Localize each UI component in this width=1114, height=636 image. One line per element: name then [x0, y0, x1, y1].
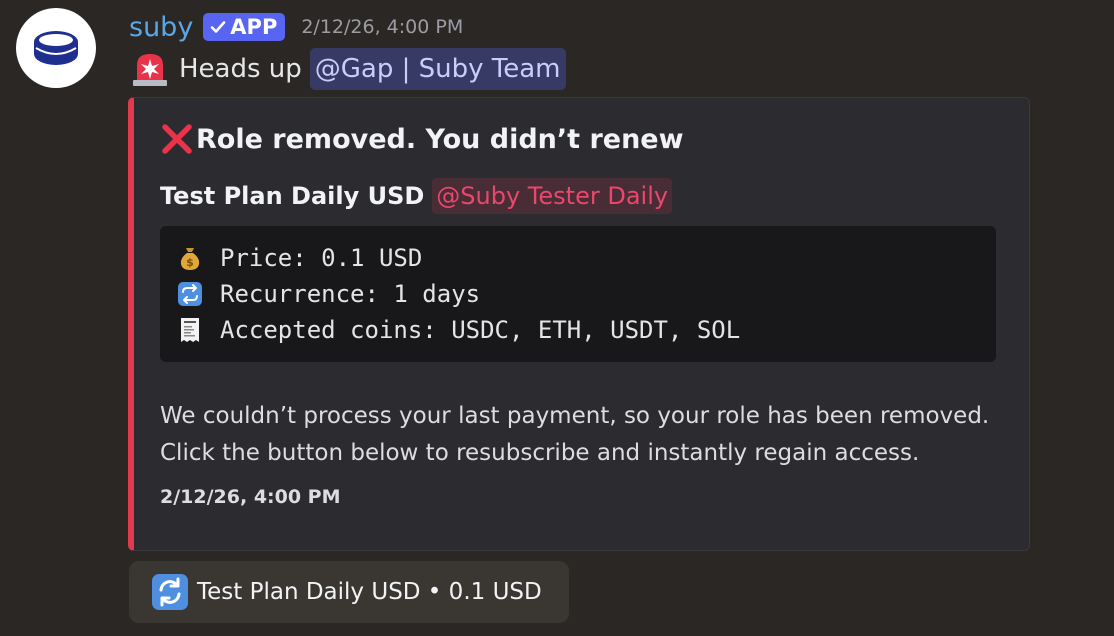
bot-avatar[interactable] [16, 8, 96, 88]
embed-title: Role removed. You didn’t renew [160, 122, 684, 156]
embed-description: We couldn’t process your last payment, s… [160, 398, 989, 472]
code-line-text: Accepted coins: USDC, ETH, USDT, SOL [220, 316, 741, 344]
plan-name: Test Plan Daily USD [160, 182, 425, 210]
resubscribe-button[interactable]: Test Plan Daily USD • 0.1 USD [129, 561, 569, 623]
embed-card: Role removed. You didn’t renew Test Plan… [128, 97, 1030, 551]
message-text: Heads up [179, 54, 302, 84]
author-username[interactable]: suby [129, 12, 193, 43]
role-mention[interactable]: @Suby Tester Daily [432, 178, 673, 214]
code-line-coins: Accepted coins: USDC, ETH, USDT, SOL [176, 312, 996, 348]
app-badge: APP [203, 13, 286, 41]
app-badge-label: APP [230, 15, 278, 39]
embed-plan-line: Test Plan Daily USD @Suby Tester Daily [160, 178, 673, 214]
rotating-light-icon [129, 51, 171, 87]
message-header: suby APP 2/12/26, 4:00 PM [129, 10, 463, 44]
description-line: We couldn’t process your last payment, s… [160, 403, 990, 429]
code-line-price: $ Price: 0.1 USD [176, 240, 996, 276]
checkmark-icon [210, 21, 226, 33]
description-line: Click the button below to resubscribe an… [160, 440, 920, 466]
cross-mark-icon [162, 124, 192, 154]
chat-message: suby APP 2/12/26, 4:00 PM Heads up @Gap … [0, 0, 1114, 636]
message-timestamp: 2/12/26, 4:00 PM [301, 16, 464, 38]
embed-title-text: Role removed. You didn’t renew [196, 123, 684, 155]
code-line-recurrence: Recurrence: 1 days [176, 276, 996, 312]
embed-footer-timestamp: 2/12/26, 4:00 PM [160, 486, 341, 508]
code-line-text: Recurrence: 1 days [220, 280, 481, 308]
resubscribe-button-label: Test Plan Daily USD • 0.1 USD [197, 579, 542, 605]
message-content: Heads up @Gap | Suby Team [129, 48, 566, 90]
suby-logo-icon [34, 31, 78, 65]
receipt-icon [176, 317, 204, 343]
repeat-icon [176, 281, 204, 307]
user-mention[interactable]: @Gap | Suby Team [309, 48, 566, 90]
refresh-icon [151, 573, 189, 611]
code-line-text: Price: 0.1 USD [220, 244, 423, 272]
code-block: $ Price: 0.1 USD Recurrence: 1 days Acce… [160, 226, 996, 362]
svg-text:$: $ [186, 256, 194, 269]
money-bag-icon: $ [176, 245, 204, 271]
